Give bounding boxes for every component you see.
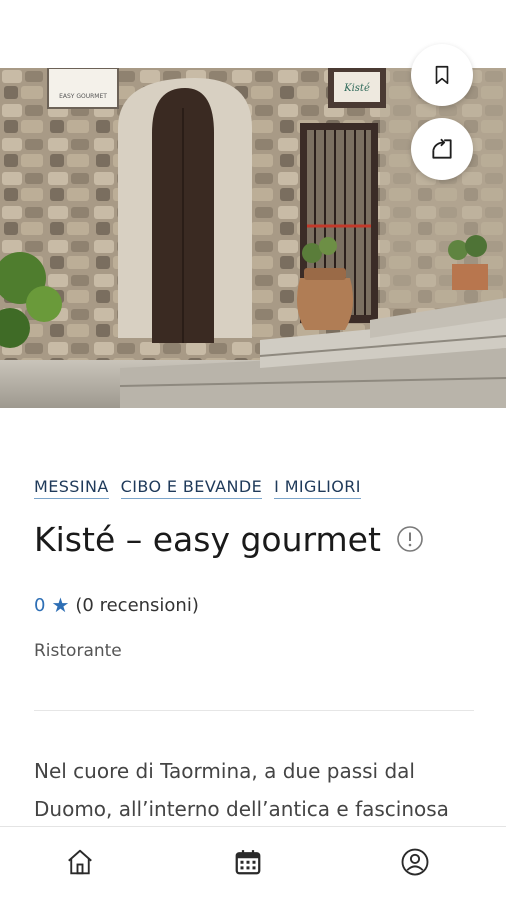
nav-calendar[interactable] (231, 845, 265, 879)
bookmark-button[interactable] (411, 44, 473, 106)
nav-profile[interactable] (398, 845, 432, 879)
share-icon (432, 138, 452, 159)
rating[interactable]: 0 ★ (0 recensioni) (34, 593, 199, 617)
rating-count: (0 recensioni) (75, 594, 199, 616)
place-description: Nel cuore di Taormina, a due passi dal D… (34, 759, 449, 821)
chip-cibo-e-bevande[interactable]: CIBO E BEVANDE (120, 477, 263, 499)
category-chips: MESSINA CIBO E BEVANDE I MIGLIORI (34, 477, 361, 499)
calendar-icon (235, 850, 261, 875)
user-icon (401, 848, 429, 876)
divider (34, 710, 474, 711)
share-button[interactable] (411, 118, 473, 180)
hero-sign-small-text: EASY GOURMET (59, 93, 107, 100)
bottom-navigation (0, 826, 506, 900)
chip-messina[interactable]: MESSINA (34, 477, 109, 499)
place-type: Ristorante (34, 641, 122, 661)
hero-sign-main-text: Kisté (343, 83, 370, 94)
nav-home[interactable] (63, 845, 97, 879)
page-title: Kisté – easy gourmet (34, 520, 381, 559)
star-icon: ★ (51, 593, 70, 617)
home-icon (68, 849, 92, 875)
info-icon[interactable] (396, 525, 424, 553)
chip-i-migliori[interactable]: I MIGLIORI (274, 477, 361, 499)
bookmark-icon (435, 65, 449, 85)
rating-value: 0 (34, 594, 46, 616)
